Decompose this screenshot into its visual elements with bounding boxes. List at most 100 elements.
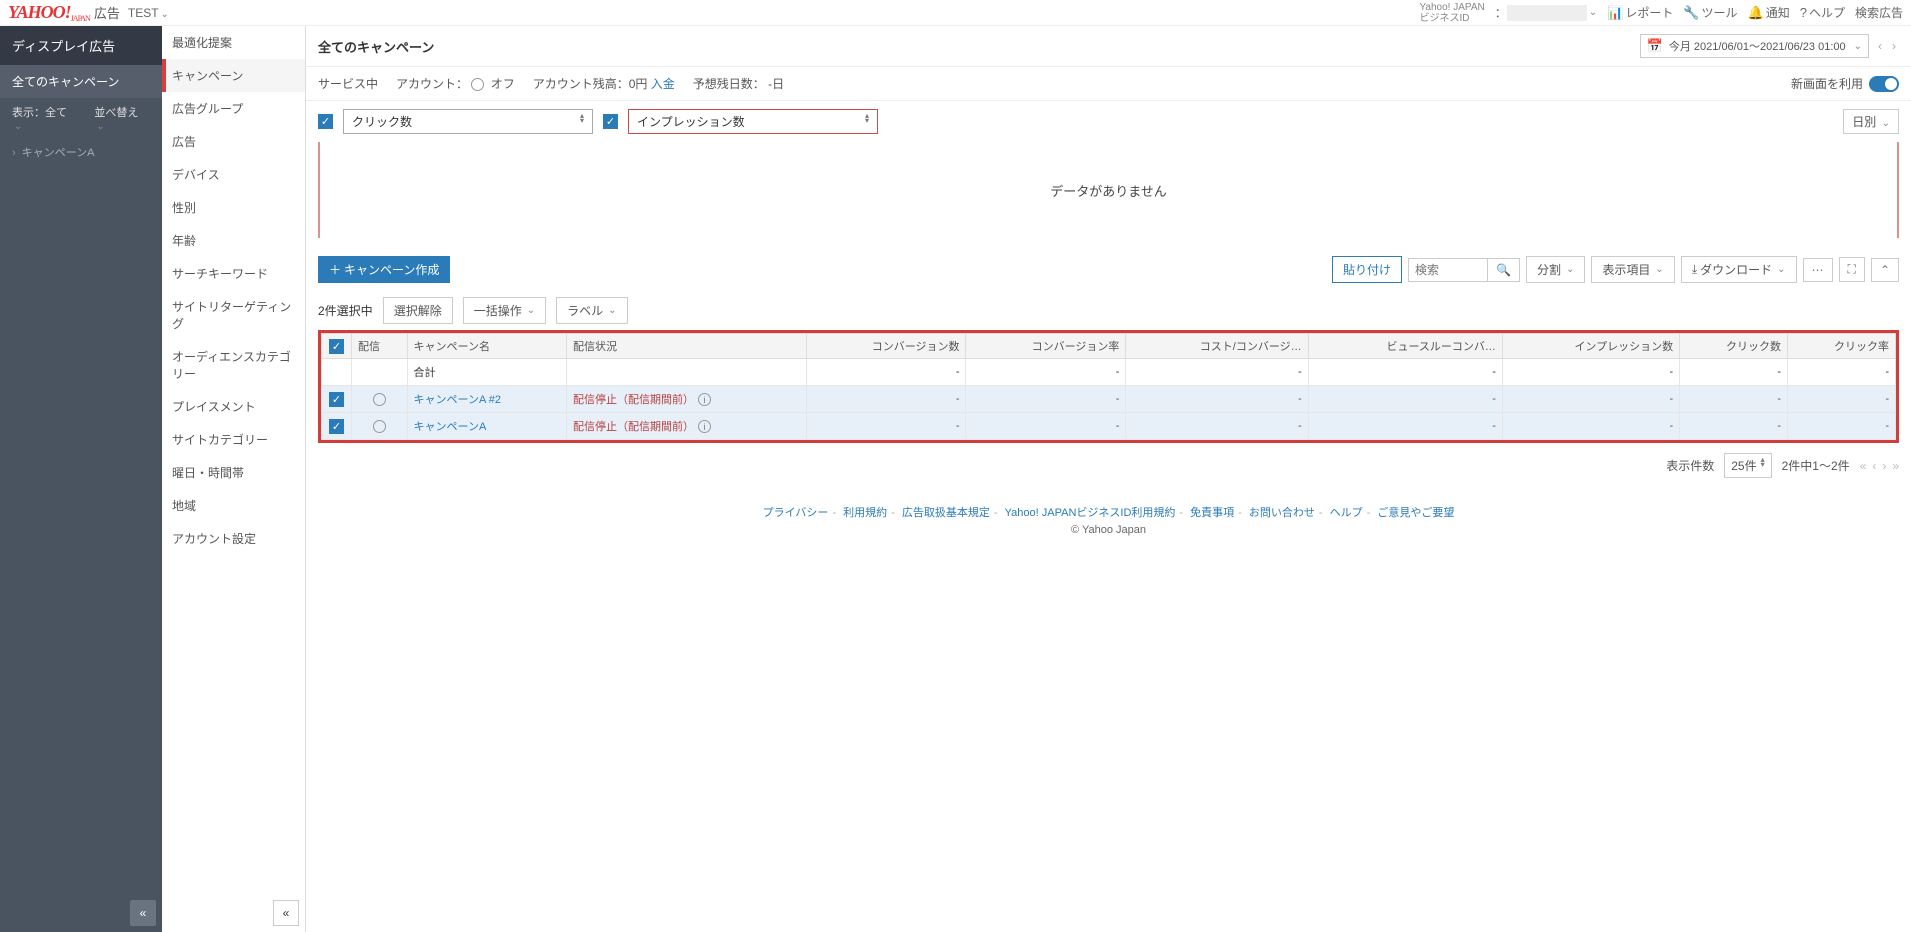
nav-age[interactable]: 年齢 bbox=[162, 224, 305, 257]
bell-icon: 🔔 bbox=[1748, 5, 1764, 21]
sidebar-subtitle[interactable]: 全てのキャンペーン bbox=[0, 65, 162, 98]
info-icon[interactable]: i bbox=[698, 420, 711, 433]
display-filter[interactable]: 表示：全て ⌄ bbox=[12, 104, 78, 132]
chevron-down-icon: ⌄ bbox=[1854, 41, 1862, 52]
footer-help[interactable]: ヘルプ bbox=[1330, 507, 1363, 519]
col-clicks[interactable]: クリック数 bbox=[1680, 334, 1788, 359]
nav-placement[interactable]: プレイスメント bbox=[162, 390, 305, 423]
nav-account-settings[interactable]: アカウント設定 bbox=[162, 522, 305, 555]
deselect-button[interactable]: 選択解除 bbox=[383, 297, 453, 324]
notif-link[interactable]: 🔔通知 bbox=[1748, 4, 1790, 21]
account-toggle[interactable]: アカウント： オフ bbox=[396, 75, 515, 92]
delivery-toggle[interactable] bbox=[373, 393, 386, 406]
date-next-button[interactable]: › bbox=[1889, 39, 1899, 53]
nav-gender[interactable]: 性別 bbox=[162, 191, 305, 224]
col-status[interactable]: 配信状況 bbox=[566, 334, 806, 359]
top-right-nav: Yahoo! JAPAN ビジネスID ：⌄ 📊レポート 🔧ツール 🔔通知 ?ヘ… bbox=[1419, 2, 1903, 24]
footer-disclaimer[interactable]: 免責事項 bbox=[1190, 507, 1234, 519]
sort-control[interactable]: 並べ替え ⌄ bbox=[94, 104, 150, 132]
collapse-up-button[interactable]: ⌃ bbox=[1871, 258, 1899, 282]
search-input[interactable] bbox=[1408, 258, 1488, 282]
metric1-checkbox[interactable]: ✓ bbox=[318, 114, 333, 129]
metric2-select[interactable]: インプレッション数 ▴▾ bbox=[628, 109, 878, 134]
nav-adgroup[interactable]: 広告グループ bbox=[162, 92, 305, 125]
metric1-select[interactable]: クリック数 ▴▾ bbox=[343, 109, 593, 134]
paste-button[interactable]: 貼り付け bbox=[1332, 256, 1402, 283]
row-checkbox[interactable]: ✓ bbox=[329, 392, 344, 407]
table-total-row: 合計 - - - - - - - bbox=[322, 359, 1896, 386]
col-delivery[interactable]: 配信 bbox=[352, 334, 408, 359]
nav-optimize[interactable]: 最適化提案 bbox=[162, 26, 305, 59]
nav-audience-cat[interactable]: オーディエンスカテゴリー bbox=[162, 340, 305, 390]
collapse-sidebar1-button[interactable]: « bbox=[130, 900, 156, 926]
col-impressions[interactable]: インプレッション数 bbox=[1502, 334, 1679, 359]
breadcrumb-campaign-a[interactable]: キャンペーンA bbox=[0, 138, 162, 166]
create-campaign-button[interactable]: ＋ キャンペーン作成 bbox=[318, 256, 450, 283]
label-button[interactable]: ラベル ⌄ bbox=[556, 297, 627, 324]
nav-region[interactable]: 地域 bbox=[162, 489, 305, 522]
date-prev-button[interactable]: ‹ bbox=[1875, 39, 1885, 53]
help-link[interactable]: ?ヘルプ bbox=[1800, 4, 1845, 21]
info-icon[interactable]: i bbox=[698, 393, 711, 406]
report-link[interactable]: 📊レポート bbox=[1607, 4, 1673, 21]
chevron-down-icon: ⌄ bbox=[14, 121, 22, 132]
footer-bizid-terms[interactable]: Yahoo! JAPANビジネスID利用規約 bbox=[1005, 507, 1176, 519]
footer-privacy[interactable]: プライバシー bbox=[763, 507, 829, 519]
total-label: 合計 bbox=[407, 359, 566, 386]
toolbar-right: 貼り付け 🔍 分割 ⌄ 表示項目 ⌄ ⤓ ダウンロード ⌄ ⋯ ⛶ ⌃ bbox=[1332, 256, 1899, 283]
page-first[interactable]: « bbox=[1860, 459, 1867, 473]
split-button[interactable]: 分割 ⌄ bbox=[1526, 256, 1585, 283]
page-last[interactable]: » bbox=[1892, 459, 1899, 473]
row-checkbox[interactable]: ✓ bbox=[329, 419, 344, 434]
account-dropdown[interactable]: TEST⌄ bbox=[128, 6, 169, 20]
download-button[interactable]: ⤓ ダウンロード ⌄ bbox=[1681, 256, 1797, 283]
page-prev[interactable]: ‹ bbox=[1872, 459, 1876, 473]
nav-retargeting[interactable]: サイトリターゲティング bbox=[162, 290, 305, 340]
delivery-toggle[interactable] bbox=[373, 420, 386, 433]
date-range-picker[interactable]: 📅 今月 2021/06/01～2021/06/23 01:00 ⌄ bbox=[1640, 34, 1869, 58]
nav-day-time[interactable]: 曜日・時間帯 bbox=[162, 456, 305, 489]
campaign-link[interactable]: キャンペーンA bbox=[414, 421, 487, 433]
nav-search-kw[interactable]: サーチキーワード bbox=[162, 257, 305, 290]
select-all-checkbox[interactable]: ✓ bbox=[329, 339, 344, 354]
new-ui-toggle[interactable] bbox=[1869, 76, 1899, 92]
more-button[interactable]: ⋯ bbox=[1803, 258, 1833, 282]
footer-feedback[interactable]: ご意見やご要望 bbox=[1377, 507, 1454, 519]
business-id-select[interactable]: ：⌄ bbox=[1495, 4, 1597, 21]
page-info: 2件中1～2件 bbox=[1782, 457, 1850, 474]
page-next[interactable]: › bbox=[1882, 459, 1886, 473]
total-impressions: - bbox=[1502, 359, 1679, 386]
nav-campaign[interactable]: キャンペーン bbox=[162, 59, 305, 92]
chevron-down-icon: ⌄ bbox=[1566, 264, 1574, 275]
fullscreen-button[interactable]: ⛶ bbox=[1839, 257, 1865, 282]
selection-count: 2件選択中 bbox=[318, 302, 373, 319]
search-button[interactable]: 🔍 bbox=[1488, 258, 1520, 282]
page-size-select[interactable]: 25件 ▴▾ bbox=[1724, 453, 1771, 478]
col-conv[interactable]: コンバージョン数 bbox=[806, 334, 966, 359]
columns-button[interactable]: 表示項目 ⌄ bbox=[1591, 256, 1674, 283]
spinner-icon: ▴▾ bbox=[865, 113, 869, 130]
sidebar-title: ディスプレイ広告 bbox=[0, 26, 162, 65]
nav-device[interactable]: デバイス bbox=[162, 158, 305, 191]
bulk-action-button[interactable]: 一括操作 ⌄ bbox=[463, 297, 546, 324]
nav-ads[interactable]: 広告 bbox=[162, 125, 305, 158]
collapse-sidebar2-button[interactable]: « bbox=[273, 900, 299, 926]
search-ads-link[interactable]: 検索広告 bbox=[1855, 4, 1903, 21]
nav-site-cat[interactable]: サイトカテゴリー bbox=[162, 423, 305, 456]
col-ctr[interactable]: クリック率 bbox=[1788, 334, 1896, 359]
metric2-checkbox[interactable]: ✓ bbox=[603, 114, 618, 129]
col-cost-conv[interactable]: コスト/コンバージ… bbox=[1126, 334, 1308, 359]
total-conv-rate: - bbox=[966, 359, 1126, 386]
col-view-conv[interactable]: ビュースルーコンバ… bbox=[1308, 334, 1502, 359]
footer-ad-policy[interactable]: 広告取扱基本規定 bbox=[902, 507, 990, 519]
business-id-block: Yahoo! JAPAN ビジネスID bbox=[1419, 2, 1484, 24]
logo-ad-label: 広告 bbox=[94, 3, 120, 22]
footer-contact[interactable]: お問い合わせ bbox=[1249, 507, 1315, 519]
period-select[interactable]: 日別 ⌄ bbox=[1843, 109, 1899, 134]
footer-terms[interactable]: 利用規約 bbox=[843, 507, 887, 519]
campaign-link[interactable]: キャンペーンA #2 bbox=[414, 394, 501, 406]
col-campaign-name[interactable]: キャンペーン名 bbox=[407, 334, 566, 359]
col-conv-rate[interactable]: コンバージョン率 bbox=[966, 334, 1126, 359]
deposit-link[interactable]: 入金 bbox=[651, 77, 675, 91]
tools-link[interactable]: 🔧ツール bbox=[1683, 4, 1737, 21]
